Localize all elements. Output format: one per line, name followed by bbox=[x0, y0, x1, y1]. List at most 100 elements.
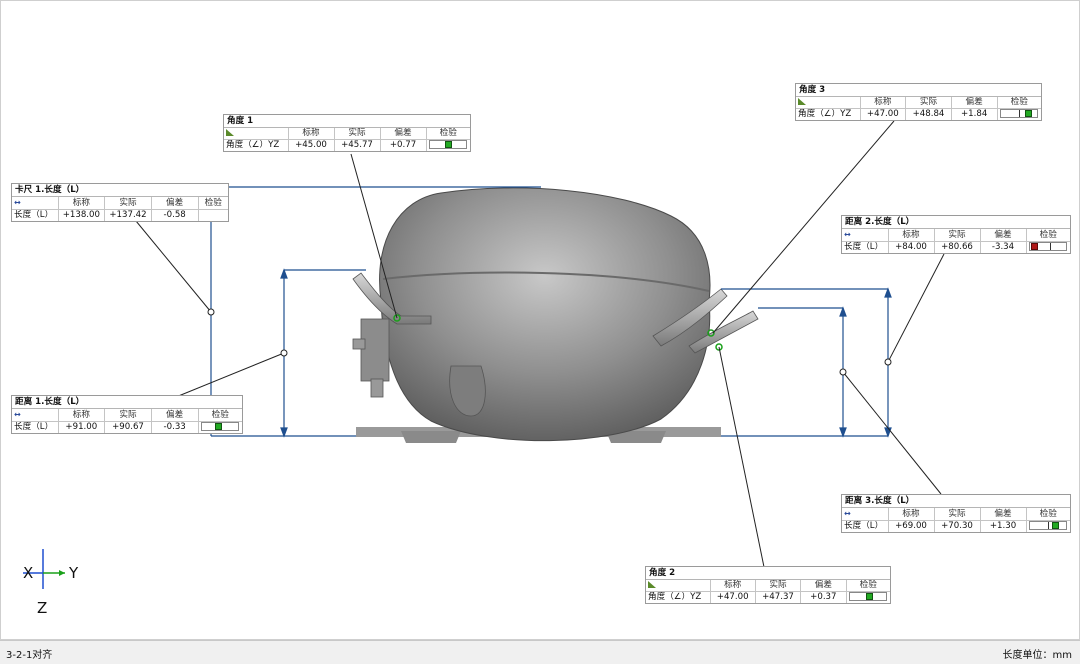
terminal-box bbox=[360, 318, 390, 382]
actual-value: +45.77 bbox=[334, 139, 381, 151]
status-bar: 3-2-1对齐 长度单位：mm bbox=[0, 640, 1080, 664]
header-check: 检验 bbox=[1026, 508, 1070, 521]
measurement-table: 标称 实际 偏差 检验 角度（∠）YZ +45.00 +45.77 +0.77 bbox=[224, 128, 470, 151]
angle-icon bbox=[226, 129, 234, 136]
panel-title: 角度 2 bbox=[646, 567, 890, 580]
row-label: 长度（L） bbox=[12, 209, 59, 221]
actual-value: +80.66 bbox=[934, 241, 981, 253]
header-actual: 实际 bbox=[905, 97, 952, 109]
angle-1-panel[interactable]: 角度 1 标称 实际 偏差 检验 角度（∠）YZ +45.00 +45.77 +… bbox=[223, 114, 471, 152]
distance-1-panel[interactable]: 距离 1.长度（L） ↔ 标称 实际 偏差 检验 长度（L） +91.00 +9… bbox=[11, 395, 243, 434]
length-unit-status: 长度单位：mm bbox=[1002, 650, 1072, 661]
table-row: 角度（∠）YZ +47.00 +48.84 +1.84 bbox=[796, 108, 1041, 120]
nominal-value: +47.00 bbox=[860, 108, 907, 120]
actual-value: +48.84 bbox=[905, 108, 952, 120]
header-actual: 实际 bbox=[104, 197, 152, 210]
header-nominal: 标称 bbox=[58, 197, 106, 210]
table-row: 角度（∠）YZ +47.00 +47.37 +0.37 bbox=[646, 591, 890, 603]
deviation-value: +1.84 bbox=[951, 108, 998, 120]
deviation-value: +0.37 bbox=[800, 591, 847, 603]
angle-icon bbox=[648, 581, 656, 588]
deviation-value: -0.33 bbox=[151, 421, 199, 433]
measurement-table: 标称 实际 偏差 检验 角度（∠）YZ +47.00 +47.37 +0.37 bbox=[646, 580, 890, 603]
header-deviation: 偏差 bbox=[151, 197, 199, 210]
header-check: 检验 bbox=[846, 580, 890, 592]
compressor-model[interactable] bbox=[352, 187, 759, 443]
header-actual: 实际 bbox=[934, 229, 981, 242]
header-check: 检验 bbox=[997, 97, 1041, 109]
measurement-table: ↔ 标称 实际 偏差 检验 长度（L） +69.00 +70.30 +1.30 bbox=[842, 508, 1070, 532]
header-nominal: 标称 bbox=[860, 97, 907, 109]
table-row: 长度（L） +69.00 +70.30 +1.30 bbox=[842, 520, 1070, 532]
caliper-1-panel[interactable]: 卡尺 1.长度（L） ↔ 标称 实际 偏差 检验 长度（L） +138.00 +… bbox=[11, 183, 229, 222]
row-label: 长度（L） bbox=[842, 241, 889, 253]
row-label: 角度（∠）YZ bbox=[224, 139, 289, 151]
measurement-table: ↔ 标称 实际 偏差 检验 长度（L） +84.00 +80.66 -3.34 bbox=[842, 229, 1070, 253]
nominal-value: +45.00 bbox=[288, 139, 335, 151]
actual-value: +47.37 bbox=[755, 591, 802, 603]
header-check: 检验 bbox=[198, 409, 242, 422]
axis-triad: X Y Z bbox=[19, 549, 99, 619]
actual-value: +70.30 bbox=[934, 520, 981, 532]
header-actual: 实际 bbox=[334, 128, 381, 140]
header-actual: 实际 bbox=[755, 580, 802, 592]
header-nominal: 标称 bbox=[288, 128, 335, 140]
panel-title: 距离 2.长度（L） bbox=[842, 216, 1070, 229]
header-deviation: 偏差 bbox=[800, 580, 847, 592]
header-nominal: 标称 bbox=[888, 229, 935, 242]
length-icon: ↔ bbox=[14, 198, 21, 207]
distance-3-panel[interactable]: 距离 3.长度（L） ↔ 标称 实际 偏差 检验 长度（L） +69.00 +7… bbox=[841, 494, 1071, 533]
angle-3-panel[interactable]: 角度 3 标称 实际 偏差 检验 角度（∠）YZ +47.00 +48.84 +… bbox=[795, 83, 1042, 121]
angle-2-panel[interactable]: 角度 2 标称 实际 偏差 检验 角度（∠）YZ +47.00 +47.37 +… bbox=[645, 566, 891, 604]
row-label: 长度（L） bbox=[842, 520, 889, 532]
header-check: 检验 bbox=[1026, 229, 1070, 242]
length-icon: ↔ bbox=[14, 410, 21, 419]
header-actual: 实际 bbox=[934, 508, 981, 521]
nominal-value: +138.00 bbox=[58, 209, 106, 221]
panel-title: 角度 3 bbox=[796, 84, 1041, 97]
header-nominal: 标称 bbox=[58, 409, 106, 422]
length-icon: ↔ bbox=[844, 509, 851, 518]
compressor-body bbox=[379, 187, 711, 442]
nominal-value: +69.00 bbox=[888, 520, 935, 532]
table-row: 长度（L） +91.00 +90.67 -0.33 bbox=[12, 421, 242, 433]
nominal-value: +47.00 bbox=[710, 591, 756, 603]
pass-gauge-icon bbox=[1000, 109, 1039, 118]
axis-y-label: Y bbox=[69, 564, 79, 582]
fail-gauge-icon bbox=[1029, 242, 1068, 251]
table-row: 长度（L） +138.00 +137.42 -0.58 bbox=[12, 209, 228, 221]
length-icon: ↔ bbox=[844, 230, 851, 239]
3d-viewport[interactable]: 角度 1 标称 实际 偏差 检验 角度（∠）YZ +45.00 +45.77 +… bbox=[0, 0, 1080, 640]
header-deviation: 偏差 bbox=[980, 508, 1027, 521]
header-actual: 实际 bbox=[104, 409, 152, 422]
table-row: 角度（∠）YZ +45.00 +45.77 +0.77 bbox=[224, 139, 470, 151]
table-row: 长度（L） +84.00 +80.66 -3.34 bbox=[842, 241, 1070, 253]
actual-value: +137.42 bbox=[104, 209, 152, 221]
header-nominal: 标称 bbox=[888, 508, 935, 521]
panel-title: 卡尺 1.长度（L） bbox=[12, 184, 228, 197]
header-deviation: 偏差 bbox=[151, 409, 199, 422]
header-nominal: 标称 bbox=[710, 580, 756, 592]
pass-gauge-icon bbox=[201, 422, 240, 431]
header-deviation: 偏差 bbox=[380, 128, 427, 140]
axis-triad-icon bbox=[23, 549, 65, 589]
pass-gauge-icon bbox=[849, 592, 888, 601]
row-label: 角度（∠）YZ bbox=[796, 108, 861, 120]
header-deviation: 偏差 bbox=[980, 229, 1027, 242]
nominal-value: +91.00 bbox=[58, 421, 106, 433]
header-deviation: 偏差 bbox=[951, 97, 998, 109]
pass-gauge-icon bbox=[429, 140, 468, 149]
nominal-value: +84.00 bbox=[888, 241, 935, 253]
panel-title: 距离 3.长度（L） bbox=[842, 495, 1070, 508]
panel-title: 角度 1 bbox=[224, 115, 470, 128]
deviation-value: -3.34 bbox=[980, 241, 1027, 253]
measurement-table: ↔ 标称 实际 偏差 检验 长度（L） +138.00 +137.42 -0.5… bbox=[12, 197, 228, 221]
angle-icon bbox=[798, 98, 806, 105]
axis-x-label: X bbox=[23, 564, 34, 582]
measurement-table: 标称 实际 偏差 检验 角度（∠）YZ +47.00 +48.84 +1.84 bbox=[796, 97, 1041, 120]
panel-title: 距离 1.长度（L） bbox=[12, 396, 242, 409]
row-label: 长度（L） bbox=[12, 421, 59, 433]
distance-2-panel[interactable]: 距离 2.长度（L） ↔ 标称 实际 偏差 检验 长度（L） +84.00 +8… bbox=[841, 215, 1071, 254]
actual-value: +90.67 bbox=[104, 421, 152, 433]
alignment-status: 3-2-1对齐 bbox=[6, 650, 53, 661]
